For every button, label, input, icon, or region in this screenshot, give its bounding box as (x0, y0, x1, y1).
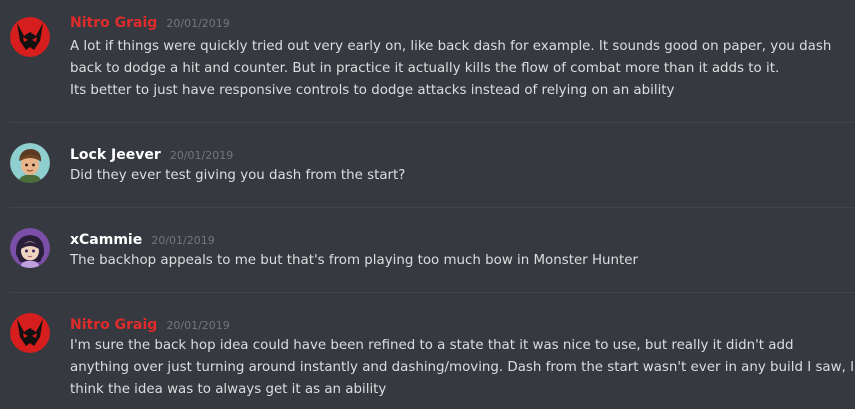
chat-message-list: Nitro Graig 20/01/2019 A lot if things w… (0, 0, 855, 409)
timestamp: 20/01/2019 (169, 149, 234, 162)
message-content: I'm sure the back hop idea could have be… (70, 335, 855, 401)
nitro-red-demon-avatar-icon[interactable] (10, 17, 50, 57)
message-line: anything over just turning around instan… (70, 360, 855, 375)
message-line: Did they ever test giving you dash from … (70, 168, 406, 183)
message-header: xCammie 20/01/2019 (70, 229, 215, 251)
message-divider (10, 207, 855, 208)
message-line: A lot if things were quickly tried out v… (70, 39, 832, 54)
message-content: Did they ever test giving you dash from … (70, 165, 845, 187)
message-header: Lock Jeever 20/01/2019 (70, 144, 233, 166)
nitro-red-demon-avatar-icon[interactable] (10, 313, 50, 353)
xcammie-avatar-icon[interactable] (10, 228, 50, 268)
message-content: The backhop appeals to me but that's fro… (70, 250, 845, 272)
timestamp: 20/01/2019 (166, 17, 230, 30)
username[interactable]: Nitro Graig (70, 317, 157, 333)
message-line: think the idea was to always get it as a… (70, 382, 387, 397)
timestamp: 20/01/2019 (151, 234, 215, 247)
message-line: The backhop appeals to me but that's fro… (70, 253, 638, 268)
lock-jeever-avatar-icon[interactable] (10, 143, 50, 183)
username[interactable]: Lock Jeever (70, 147, 161, 163)
message-header: Nitro Graig 20/01/2019 (70, 314, 230, 336)
username[interactable]: Nitro Graig (70, 15, 157, 31)
message-header: Nitro Graig 20/01/2019 (70, 12, 230, 34)
message-divider (10, 292, 855, 293)
message-line: back to dodge a hit and counter. But in … (70, 61, 780, 76)
message-divider (10, 122, 855, 123)
message-content: A lot if things were quickly tried out v… (70, 36, 845, 102)
username[interactable]: xCammie (70, 232, 142, 248)
message-line: I'm sure the back hop idea could have be… (70, 338, 794, 353)
timestamp: 20/01/2019 (166, 319, 230, 332)
message-line: Its better to just have responsive contr… (70, 83, 675, 98)
